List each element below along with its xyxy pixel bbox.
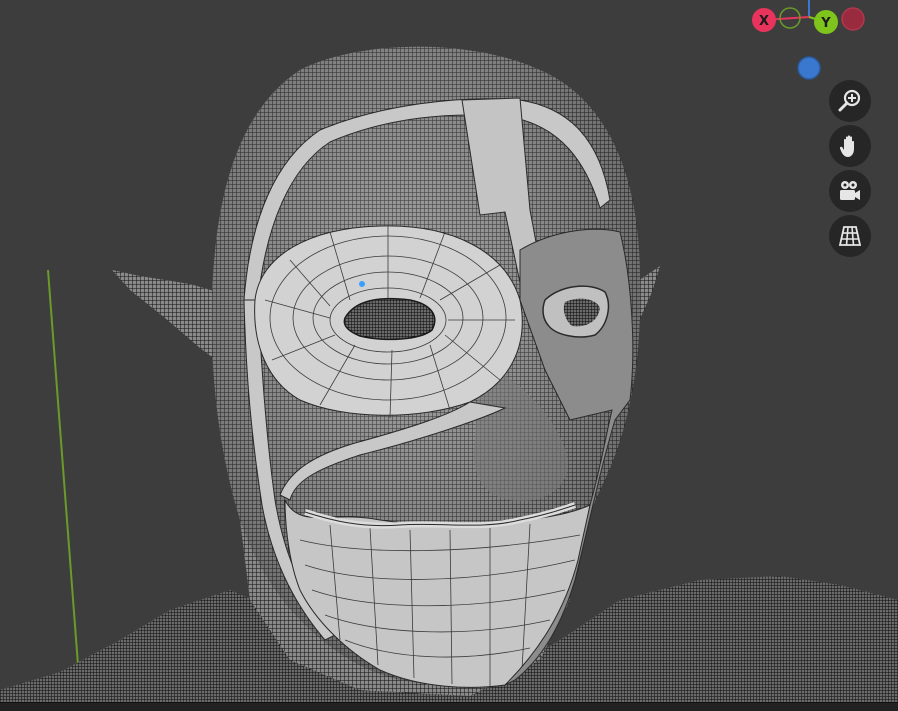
- grid-y-axis-line: [47, 269, 79, 666]
- zoom-view-button[interactable]: [829, 80, 871, 122]
- gizmo-neg-z-handle[interactable]: [797, 56, 821, 80]
- scene-canvas[interactable]: X Y: [0, 0, 898, 711]
- navigation-gizmo[interactable]: X Y: [752, 0, 865, 80]
- camera-view-button[interactable]: [829, 170, 871, 212]
- perspective-toggle-button[interactable]: [829, 215, 871, 257]
- hand-icon: [839, 135, 854, 157]
- gizmo-y-label: Y: [820, 16, 831, 31]
- gizmo-neg-x-handle[interactable]: [841, 7, 865, 31]
- gizmo-x-label: X: [759, 14, 769, 29]
- pan-view-button[interactable]: [829, 125, 871, 167]
- selected-vertex[interactable]: [359, 281, 365, 287]
- camera-icon: [840, 181, 860, 200]
- 3d-viewport[interactable]: X Y: [0, 0, 898, 711]
- viewport-bottom-edge: [0, 702, 898, 711]
- zoom-icon: [838, 89, 861, 112]
- eye-opening: [343, 297, 436, 341]
- grid-icon: [838, 226, 862, 246]
